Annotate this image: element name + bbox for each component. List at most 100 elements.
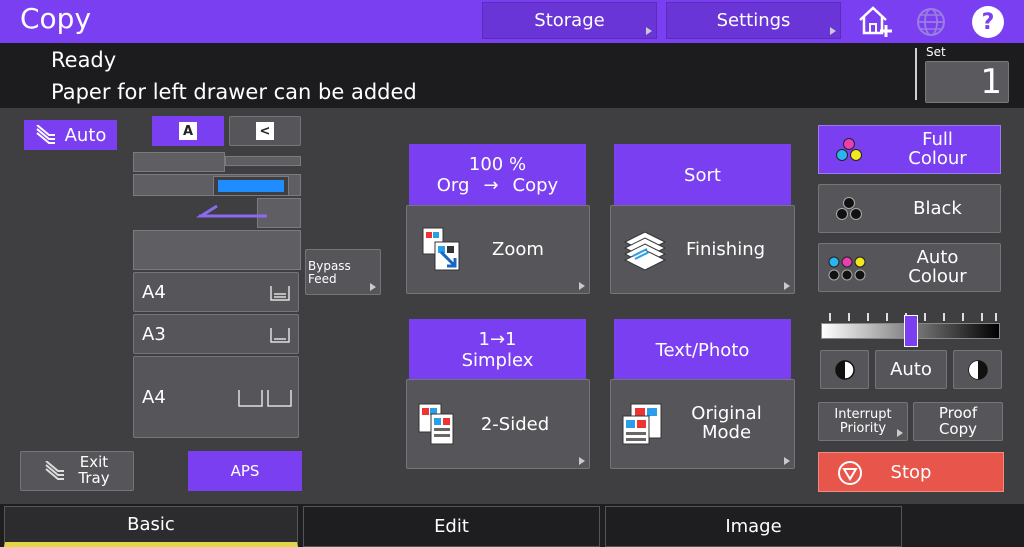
two-sided-button[interactable]: 2-Sided [406,379,590,469]
density-auto-button[interactable]: Auto [875,350,947,389]
machine-diagram [133,152,301,270]
zoom-percent: 100 % [468,154,527,175]
more-indicator-icon [579,457,585,465]
sided-value-1: 1→1 [478,329,517,350]
paper-auto-button[interactable]: Auto [24,120,117,150]
black-label: Black [913,198,962,219]
machine-lower [133,230,301,270]
more-indicator-icon [646,27,652,35]
storage-button[interactable]: Storage [482,2,657,39]
app-title: Copy [20,2,92,35]
auto-colour-label-1: Auto [916,246,959,268]
paper-stack-icon [45,461,65,480]
lighter-icon [834,359,855,380]
storage-button-label: Storage [534,10,605,31]
status-ready: Ready [51,48,117,72]
output-paper [218,180,284,192]
machine-top [133,152,225,172]
finishing-value: Sort [684,164,721,186]
orientation-landscape-icon: < [256,122,274,140]
full-colour-button[interactable]: Full Colour [818,125,1001,174]
two-sided-label: 2-Sided [480,413,550,435]
proof-copy-button[interactable]: Proof Copy [913,402,1003,441]
density-lighter-button[interactable] [820,350,869,389]
globe-icon[interactable] [914,5,948,39]
orientation-portrait-button[interactable]: A [152,116,224,146]
more-indicator-icon [579,282,585,290]
machine-top-right [225,156,301,166]
darker-icon [967,359,988,380]
finishing-label: Finishing [685,239,766,260]
paper-stack-icon [35,125,55,144]
tab-image[interactable]: Image [605,506,902,547]
paper-auto-label: Auto [64,124,107,146]
drawer-1-size: A4 [142,281,166,303]
original-mode-button[interactable]: Original Mode [610,379,795,469]
home-add-icon[interactable] [856,3,896,39]
more-indicator-icon [784,457,790,465]
sided-value-2: Simplex [461,350,534,371]
full-colour-label-1: Full [922,128,953,150]
interrupt-label-1: Interrupt [834,406,892,422]
paper-tray-icon [270,328,290,343]
arrow-left-icon [195,204,267,218]
density-auto-label: Auto [890,359,932,380]
aps-label: APS [230,462,260,480]
more-indicator-icon [370,283,376,291]
set-count-field[interactable]: 1 [925,61,1009,103]
drawer-3-size: A4 [142,386,166,408]
aps-button[interactable]: APS [188,451,302,491]
original-mode-label-2: Mode [701,422,752,443]
exit-tray-button[interactable]: Exit Tray [20,451,134,491]
original-mode-value-display: Text/Photo [614,319,791,381]
bypass-label-2: Feed [308,272,337,286]
auto-colour-button[interactable]: Auto Colour [818,243,1001,292]
tab-image-label: Image [725,516,782,537]
more-indicator-icon [897,429,903,437]
original-mode-value: Text/Photo [655,339,750,361]
divider [915,48,917,100]
help-icon[interactable]: ? [972,6,1004,38]
bypass-feed-button[interactable]: Bypass Feed [305,249,381,295]
full-colour-icon [836,138,862,161]
auto-colour-label-2: Colour [908,265,967,287]
black-icon [836,197,862,220]
drawer-1-button[interactable]: A4 [133,272,299,312]
proof-label-2: Copy [938,419,978,438]
drawer-2-button[interactable]: A3 [133,314,299,354]
tab-basic[interactable]: Basic [4,506,298,547]
header-bar: Copy Storage Settings ? [0,0,1024,43]
drawer-3-button[interactable]: A4 [133,356,299,438]
stop-button[interactable]: Stop [818,452,1004,492]
stop-label: Stop [890,461,932,483]
orientation-portrait-icon: A [179,122,197,140]
status-message: Paper for left drawer can be added [51,80,417,104]
density-slider-thumb[interactable] [903,315,918,347]
paper-landscape-icon [270,286,290,301]
zoom-value-display: 100 % Org → Copy [409,144,586,206]
zoom-button[interactable]: Zoom [406,205,590,294]
density-darker-button[interactable] [953,350,1002,389]
finishing-button[interactable]: Finishing [610,205,795,294]
black-button[interactable]: Black [818,184,1001,233]
more-indicator-icon [830,27,836,35]
settings-button[interactable]: Settings [666,2,841,39]
sided-value-display: 1→1 Simplex [409,319,586,381]
original-mode-icon [622,403,662,445]
zoom-arrow: → [483,175,499,196]
more-indicator-icon [784,282,790,290]
exit-tray-label-2: Tray [78,469,110,487]
tab-basic-label: Basic [127,514,175,535]
drawer-2-size: A3 [142,323,166,345]
bypass-label-1: Bypass [308,259,351,273]
finishing-sort-icon [623,231,667,271]
finishing-value-display: Sort [614,144,791,206]
interrupt-priority-button[interactable]: Interrupt Priority [818,402,908,441]
tab-edit[interactable]: Edit [303,506,600,547]
full-colour-label-2: Colour [908,147,967,169]
tab-edit-label: Edit [434,516,469,537]
status-area: Ready Paper for left drawer can be added… [0,43,1024,108]
settings-button-label: Settings [716,10,791,31]
zoom-copy: Copy [512,175,559,196]
orientation-landscape-button[interactable]: < [229,116,301,146]
